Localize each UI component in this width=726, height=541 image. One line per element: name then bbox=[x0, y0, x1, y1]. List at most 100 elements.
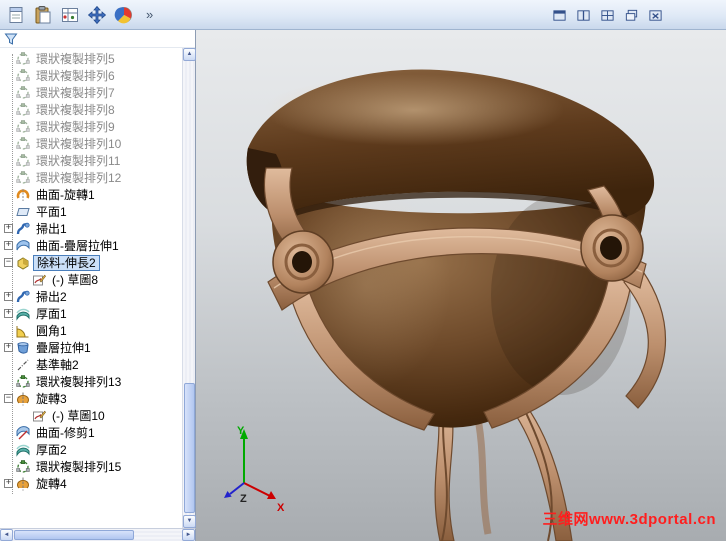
tree-item[interactable]: + 疊層拉伸1 bbox=[0, 339, 182, 356]
expander-icon[interactable]: − bbox=[4, 394, 13, 403]
tree-item-label[interactable]: 環狀複製排列7 bbox=[33, 86, 118, 100]
horizontal-scroll-thumb[interactable] bbox=[14, 530, 134, 540]
watermark-text: 三维网www.3dportal.cn bbox=[542, 511, 716, 528]
tree-item[interactable]: + 旋轉4 bbox=[0, 475, 182, 492]
tree-item-label[interactable]: 曲面-疊層拉伸1 bbox=[33, 239, 122, 253]
tree-item[interactable]: 厚面2 bbox=[0, 441, 182, 458]
tree-item-label[interactable]: 環狀複製排列8 bbox=[33, 103, 118, 117]
document-icon[interactable] bbox=[4, 3, 28, 27]
tree-item-label[interactable]: 基準軸2 bbox=[33, 358, 82, 372]
tree-vertical-scrollbar[interactable]: ▲ ▼ bbox=[182, 48, 196, 528]
circular-pattern-icon bbox=[16, 68, 30, 83]
expander-icon[interactable]: + bbox=[4, 343, 13, 352]
tree-item[interactable]: 環狀複製排列6 bbox=[0, 67, 182, 84]
expander-icon[interactable]: + bbox=[4, 241, 13, 250]
tree-item[interactable]: 環狀複製排列5 bbox=[0, 50, 182, 67]
toolbar-right-group bbox=[550, 0, 664, 30]
tree-item-label[interactable]: 環狀複製排列11 bbox=[33, 154, 123, 168]
tree-item-label[interactable]: 厚面1 bbox=[33, 307, 70, 321]
grid-view-icon[interactable] bbox=[598, 6, 616, 24]
tree-item[interactable]: (-) 草圖8 bbox=[0, 271, 182, 288]
tree-item-label[interactable]: (-) 草圖8 bbox=[49, 273, 101, 287]
tree-item[interactable]: + 掃出2 bbox=[0, 288, 182, 305]
paste-icon[interactable] bbox=[31, 3, 55, 27]
tree-item-label[interactable]: 掃出2 bbox=[33, 290, 70, 304]
tree-item-label[interactable]: 環狀複製排列15 bbox=[33, 460, 124, 474]
main-toolbar: » bbox=[0, 0, 726, 30]
tree-item-label[interactable]: 厚面2 bbox=[33, 443, 70, 457]
tree-item[interactable]: 曲面-修剪1 bbox=[0, 424, 182, 441]
scroll-right-button[interactable]: ► bbox=[182, 529, 195, 541]
split-view-icon[interactable] bbox=[574, 6, 592, 24]
move-icon[interactable] bbox=[85, 3, 109, 27]
toolbar-overflow-chevron[interactable]: » bbox=[142, 7, 157, 22]
tree-item-label[interactable]: 環狀複製排列13 bbox=[33, 375, 124, 389]
sketch-icon bbox=[32, 273, 46, 287]
expander-icon[interactable]: + bbox=[4, 479, 13, 488]
tree-item[interactable]: 平面1 bbox=[0, 203, 182, 220]
circular-pattern-icon bbox=[16, 136, 30, 151]
tree-item-label[interactable]: 曲面-修剪1 bbox=[33, 426, 98, 440]
tree-item[interactable]: 環狀複製排列15 bbox=[0, 458, 182, 475]
color-wheel-icon[interactable] bbox=[112, 3, 136, 27]
tree-item-label[interactable]: 環狀複製排列10 bbox=[33, 137, 124, 151]
close-window-icon[interactable] bbox=[646, 6, 664, 24]
orientation-triad: Y X Z bbox=[224, 425, 285, 514]
tree-item-label[interactable]: 環狀複製排列12 bbox=[33, 171, 124, 185]
revolve-icon bbox=[16, 392, 30, 406]
window-pane-icon[interactable] bbox=[550, 6, 568, 24]
thicken-icon bbox=[16, 307, 30, 321]
expander-icon[interactable]: + bbox=[4, 309, 13, 318]
circular-pattern-icon bbox=[16, 85, 30, 100]
tree-item[interactable]: 環狀複製排列13 bbox=[0, 373, 182, 390]
tree-item-label[interactable]: 曲面-旋轉1 bbox=[33, 188, 98, 202]
scroll-down-button[interactable]: ▼ bbox=[183, 515, 196, 528]
tree-item-label[interactable]: 旋轉4 bbox=[33, 477, 70, 491]
tree-item-label[interactable]: 圓角1 bbox=[33, 324, 70, 338]
toolbar-left-group bbox=[0, 3, 136, 27]
expander-icon[interactable]: − bbox=[4, 258, 13, 267]
tree-item-label[interactable]: 環狀複製排列9 bbox=[33, 120, 118, 134]
circular-pattern-icon bbox=[16, 374, 30, 389]
tree-item-label[interactable]: 環狀複製排列5 bbox=[33, 52, 118, 66]
tree-item[interactable]: 圓角1 bbox=[0, 322, 182, 339]
vertical-scroll-thumb[interactable] bbox=[184, 383, 195, 513]
tree-item[interactable]: + 厚面1 bbox=[0, 305, 182, 322]
design-table-icon[interactable] bbox=[58, 3, 82, 27]
tree-item-label[interactable]: 掃出1 bbox=[33, 222, 70, 236]
tree-item[interactable]: 曲面-旋轉1 bbox=[0, 186, 182, 203]
graphics-viewport[interactable]: Y X Z 三维网www.3dportal.cn bbox=[196, 30, 726, 541]
surface-trim-icon bbox=[16, 425, 30, 440]
tree-item-label[interactable]: 旋轉3 bbox=[33, 392, 70, 406]
expander-icon[interactable]: + bbox=[4, 292, 13, 301]
scroll-left-button[interactable]: ◄ bbox=[0, 529, 13, 541]
axis-x-label: X bbox=[277, 502, 285, 514]
cascade-window-icon[interactable] bbox=[622, 6, 640, 24]
tree-item[interactable]: 環狀複製排列7 bbox=[0, 84, 182, 101]
tree-item-label[interactable]: 平面1 bbox=[33, 205, 70, 219]
tree-item[interactable]: (-) 草圖10 bbox=[0, 407, 182, 424]
tree-item[interactable]: 環狀複製排列12 bbox=[0, 169, 182, 186]
tree-item[interactable]: − 除料-伸長2 bbox=[0, 254, 182, 271]
filter-icon[interactable] bbox=[4, 32, 18, 46]
circular-pattern-icon bbox=[16, 170, 30, 185]
axis-y-label: Y bbox=[237, 425, 245, 437]
scroll-up-button[interactable]: ▲ bbox=[183, 48, 196, 61]
tree-item-label[interactable]: (-) 草圖10 bbox=[49, 409, 108, 423]
tree-item[interactable]: 環狀複製排列8 bbox=[0, 101, 182, 118]
surface-revolve-icon bbox=[16, 188, 30, 202]
tree-item[interactable]: 環狀複製排列10 bbox=[0, 135, 182, 152]
circular-pattern-icon bbox=[16, 102, 30, 117]
tree-item-label[interactable]: 疊層拉伸1 bbox=[33, 341, 94, 355]
tree-item-label[interactable]: 除料-伸長2 bbox=[33, 254, 100, 271]
axis-icon bbox=[16, 358, 30, 372]
tree-item[interactable]: + 掃出1 bbox=[0, 220, 182, 237]
tree-horizontal-scrollbar[interactable]: ◄ ► bbox=[0, 528, 196, 541]
expander-icon[interactable]: + bbox=[4, 224, 13, 233]
tree-item-label[interactable]: 環狀複製排列6 bbox=[33, 69, 118, 83]
tree-item[interactable]: + 曲面-疊層拉伸1 bbox=[0, 237, 182, 254]
tree-item[interactable]: 環狀複製排列11 bbox=[0, 152, 182, 169]
tree-item[interactable]: 基準軸2 bbox=[0, 356, 182, 373]
tree-item[interactable]: − 旋轉3 bbox=[0, 390, 182, 407]
tree-item[interactable]: 環狀複製排列9 bbox=[0, 118, 182, 135]
